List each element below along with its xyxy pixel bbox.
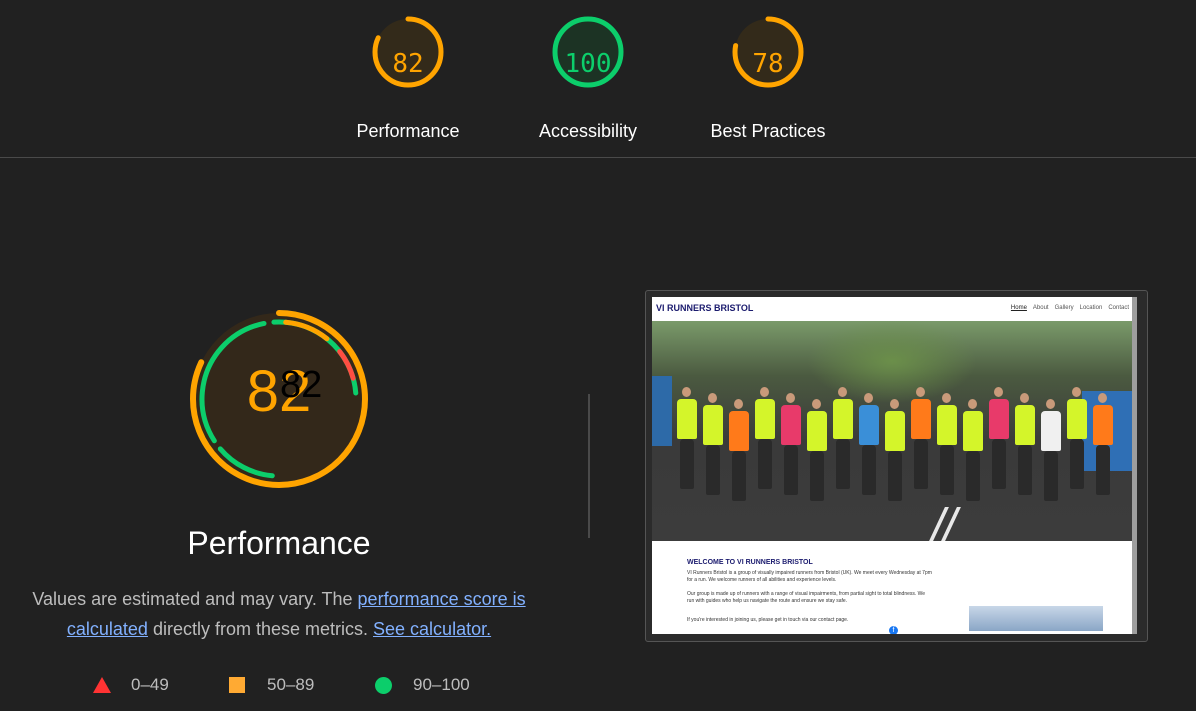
- hero-photo: [652, 321, 1137, 541]
- site-nav: VI RUNNERS BRISTOL Home About Gallery Locat…: [652, 297, 1137, 321]
- runner-head: [838, 387, 847, 397]
- facebook-icon: f: [889, 626, 898, 634]
- runner-legs: [1070, 439, 1084, 489]
- runner-head: [1098, 393, 1107, 403]
- site-menu: Home About Gallery Location Contact: [1005, 305, 1129, 311]
- runner-figure: [1093, 405, 1113, 445]
- performance-score-overlay: 82: [280, 364, 323, 406]
- pass-circle-icon: [375, 677, 392, 694]
- runner-legs: [810, 451, 824, 501]
- runner-figure: [1067, 399, 1087, 439]
- runner-legs: [732, 451, 746, 501]
- best-practices-label: Best Practices: [710, 121, 826, 141]
- page-screenshot: VI RUNNERS BRISTOL Home About Gallery Locat…: [652, 297, 1137, 634]
- final-screenshot-frame[interactable]: VI RUNNERS BRISTOL Home About Gallery Locat…: [645, 290, 1148, 642]
- runner-head: [734, 399, 743, 409]
- see-calculator-link[interactable]: See calculator.: [373, 619, 491, 639]
- runner-legs: [784, 445, 798, 495]
- score-legend: 0–49 50–89 90–100: [0, 673, 560, 697]
- runner-figure: [1015, 405, 1035, 445]
- screenshot-scrollbar: [1132, 297, 1137, 634]
- section-divider: [588, 394, 590, 538]
- performance-score-value: 82: [392, 49, 424, 79]
- runner-figure: [937, 405, 957, 445]
- runner-legs: [758, 439, 772, 489]
- nav-location: Location: [1079, 305, 1103, 311]
- runner-head: [994, 387, 1003, 397]
- runner-head: [968, 399, 977, 409]
- accessibility-label: Accessibility: [538, 121, 638, 141]
- runner-head: [760, 387, 769, 397]
- runner-figure: [911, 399, 931, 439]
- performance-description: Values are estimated and may vary. The p…: [25, 584, 533, 644]
- runner-head: [864, 393, 873, 403]
- runner-legs: [1096, 445, 1110, 495]
- runner-figure: [807, 411, 827, 451]
- nav-home: Home: [1010, 305, 1027, 311]
- performance-title: Performance: [187, 525, 371, 561]
- runner-head: [942, 393, 951, 403]
- runner-head: [812, 399, 821, 409]
- desc-prefix: Values are estimated and may vary. The: [32, 589, 358, 609]
- side-image: [969, 606, 1103, 631]
- average-square-icon: [229, 677, 245, 693]
- runner-figure: [729, 411, 749, 451]
- runner-figure: [755, 399, 775, 439]
- accessibility-score-gauge[interactable]: 100 Accessibility: [508, 14, 668, 141]
- runner-figure: [677, 399, 697, 439]
- runner-figure: [885, 411, 905, 451]
- nav-contact: Contact: [1108, 305, 1129, 311]
- runner-legs: [862, 445, 876, 495]
- welcome-para-3: If you're interested in joining us, plea…: [687, 617, 849, 623]
- runner-head: [1020, 393, 1029, 403]
- runner-figure: [781, 405, 801, 445]
- welcome-section: WELCOME TO VI RUNNERS BRISTOL VI Runners…: [652, 541, 1137, 634]
- runner-legs: [836, 439, 850, 489]
- welcome-heading: WELCOME TO VI RUNNERS BRISTOL: [687, 559, 813, 566]
- runner-figure: [833, 399, 853, 439]
- runner-legs: [914, 439, 928, 489]
- welcome-para-1: VI Runners Bristol is a group of visuall…: [687, 570, 932, 583]
- runner-head: [1072, 387, 1081, 397]
- legend-pass-range: 90–100: [413, 675, 470, 694]
- runner-legs: [706, 445, 720, 495]
- accessibility-score-value: 100: [564, 49, 612, 79]
- runner-legs: [966, 451, 980, 501]
- legend-average-range: 50–89: [267, 675, 315, 694]
- runner-figure: [1041, 411, 1061, 451]
- runner-legs: [680, 439, 694, 489]
- best-practices-score-value: 78: [752, 49, 784, 79]
- runner-figure: [989, 399, 1009, 439]
- runner-head: [1046, 399, 1055, 409]
- category-scores: 82 Performance 100 Accessibility 78 Best…: [0, 0, 1196, 157]
- runner-head: [708, 393, 717, 403]
- runner-legs: [1044, 451, 1058, 501]
- photo-banner-left: [652, 376, 672, 446]
- fail-triangle-icon: [93, 677, 111, 693]
- welcome-para-2: Our group is made up of runners with a r…: [687, 591, 926, 604]
- nav-gallery: Gallery: [1054, 305, 1074, 311]
- runner-legs: [992, 439, 1006, 489]
- performance-label: Performance: [356, 121, 460, 141]
- site-brand: VI RUNNERS BRISTOL: [656, 303, 754, 313]
- legend-fail-range: 0–49: [131, 675, 169, 694]
- performance-big-score: 82: [246, 359, 312, 424]
- runner-head: [786, 393, 795, 403]
- performance-big-gauge: 82 82: [188, 308, 370, 490]
- runner-figure: [963, 411, 983, 451]
- best-practices-score-gauge[interactable]: 78 Best Practices: [688, 14, 848, 141]
- runner-head: [890, 399, 899, 409]
- desc-middle: directly from these metrics.: [147, 619, 374, 639]
- performance-score-gauge[interactable]: 82 Performance: [328, 14, 488, 141]
- runner-figure: [703, 405, 723, 445]
- header-divider: [0, 157, 1196, 158]
- runner-legs: [1018, 445, 1032, 495]
- runner-legs: [888, 451, 902, 501]
- runner-figure: [859, 405, 879, 445]
- runner-head: [682, 387, 691, 397]
- nav-about: About: [1032, 305, 1049, 311]
- runner-head: [916, 387, 925, 397]
- runner-legs: [940, 445, 954, 495]
